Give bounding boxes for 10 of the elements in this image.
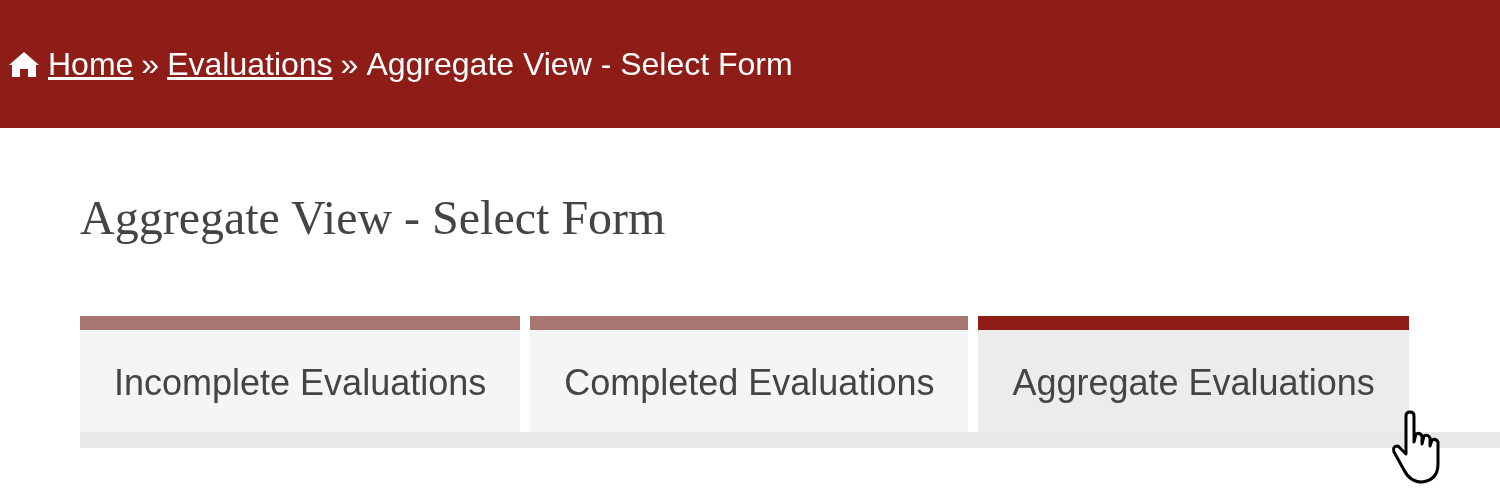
breadcrumb-link[interactable]: Evaluations — [167, 40, 333, 88]
breadcrumb-link[interactable]: Home — [48, 40, 134, 88]
tab[interactable]: Completed Evaluations — [530, 316, 969, 432]
home-icon — [8, 50, 40, 78]
page-title: Aggregate View - Select Form — [80, 190, 667, 246]
breadcrumb-separator: » — [340, 45, 359, 84]
breadcrumb-current: Aggregate View - Select Form — [366, 45, 793, 84]
breadcrumb-separator: » — [141, 45, 160, 84]
tab[interactable]: Incomplete Evaluations — [80, 316, 521, 432]
tab[interactable]: Aggregate Evaluations — [978, 316, 1409, 432]
